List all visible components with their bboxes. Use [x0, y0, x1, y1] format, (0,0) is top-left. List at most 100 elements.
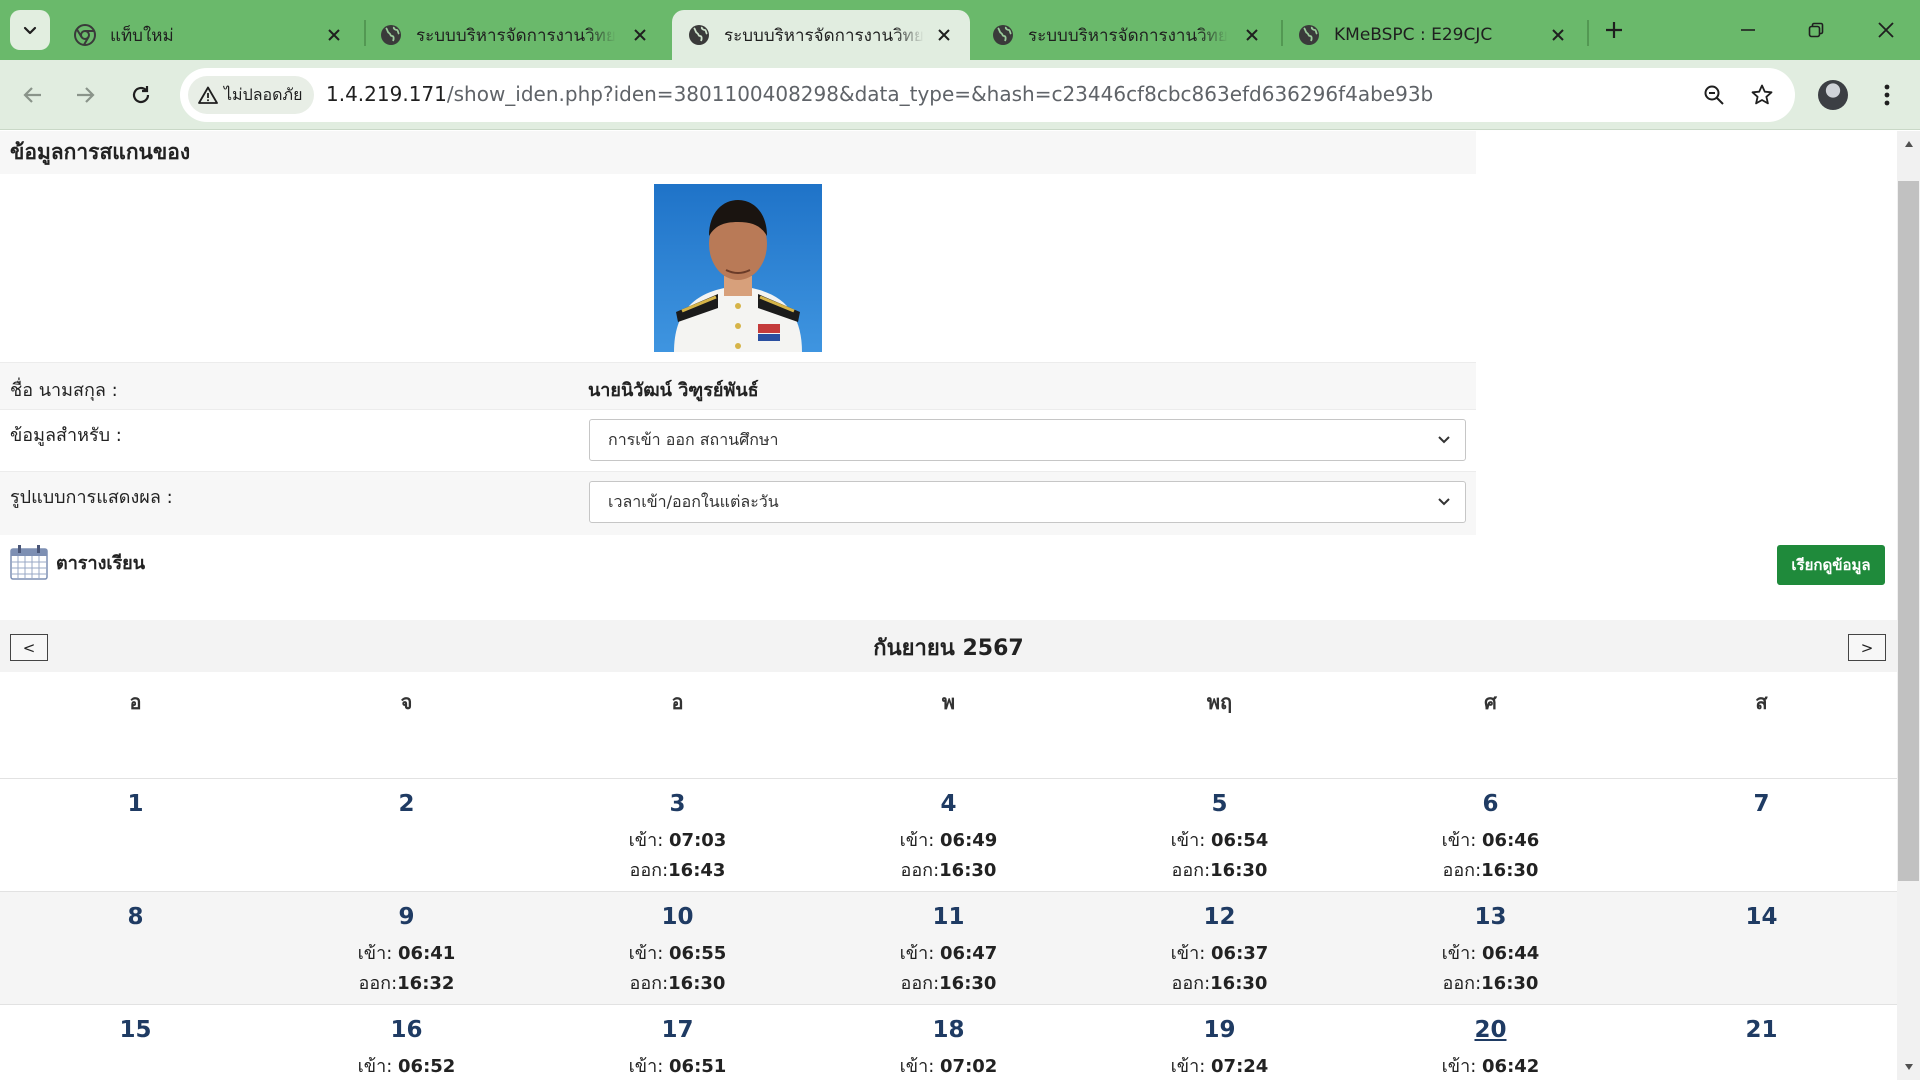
display-row: รูปแบบการแสดงผล : เวลาเข้า/ออกในแต่ละวัน [0, 471, 1476, 535]
bookmark-button[interactable] [1745, 78, 1779, 112]
check-out-time: ออก:16:30 [813, 968, 1084, 998]
calendar-day-cell[interactable]: 17 เข้า: 06:51 [542, 1005, 813, 1080]
check-in-value: 07:02 [940, 1056, 998, 1077]
tab-1[interactable]: แท็บใหม่ [58, 10, 360, 60]
reload-button[interactable] [122, 76, 160, 114]
calendar-week-row: 1 2 3 เข้า: 07:03 ออก:16:43 4 เข้า: 06:49 ออก:1… [0, 778, 1897, 891]
calendar-day-cell[interactable]: 18 เข้า: 07:02 [813, 1005, 1084, 1080]
check-out-time: ออก:16:30 [813, 855, 1084, 885]
check-in-label: เข้า: [357, 1056, 393, 1077]
check-out-value: 16:30 [1481, 973, 1539, 994]
check-in-label: เข้า: [899, 830, 935, 851]
arrow-left-icon [23, 87, 41, 103]
calendar-day-cell[interactable]: 15 [0, 1005, 271, 1080]
minimize-button[interactable] [1714, 0, 1782, 60]
minimize-icon [1741, 29, 1755, 31]
check-in-label: เข้า: [1170, 943, 1206, 964]
check-out-value: 16:30 [1481, 860, 1539, 881]
next-month-button[interactable]: > [1848, 634, 1886, 661]
calendar-day-cell[interactable]: 11 เข้า: 06:47 ออก:16:30 [813, 892, 1084, 1004]
tab-title: KMeBSPC : E29CJC [1334, 25, 1493, 45]
schedule-link[interactable]: ตารางเรียน [10, 544, 145, 580]
weekday-label: พ [941, 690, 956, 714]
close-tab-icon[interactable] [932, 23, 956, 47]
check-in-time: เข้า: 06:47 [813, 938, 1084, 968]
calendar-day-cell[interactable]: 7 [1626, 779, 1897, 891]
check-out-time: ออก:16:30 [1355, 968, 1626, 998]
zoom-button[interactable] [1697, 78, 1731, 112]
check-in-time: เข้า: 06:52 [271, 1051, 542, 1080]
browser-menu-button[interactable] [1872, 78, 1902, 112]
check-in-value: 06:55 [669, 943, 727, 964]
calendar-day-number: 11 [932, 904, 965, 930]
tab-title: ระบบบริหารจัดการงานวิทยาลัย [416, 25, 616, 46]
calendar-day-cell[interactable]: 21 [1626, 1005, 1897, 1080]
check-in-time: เข้า: 07:03 [542, 825, 813, 855]
check-out-time: ออก:16:30 [542, 968, 813, 998]
calendar-day-cell[interactable]: 6 เข้า: 06:46 ออก:16:30 [1355, 779, 1626, 891]
url-path: /show_iden.php?iden=3801100408298&data_t… [446, 82, 1434, 106]
calendar-day-cell[interactable]: 19 เข้า: 07:24 [1084, 1005, 1355, 1080]
calendar-day-cell[interactable]: 16 เข้า: 06:52 [271, 1005, 542, 1080]
calendar-day-cell[interactable]: 20 เข้า: 06:42 [1355, 1005, 1626, 1080]
calendar-day-cell[interactable]: 3 เข้า: 07:03 ออก:16:43 [542, 779, 813, 891]
scroll-up-arrow[interactable] [1898, 133, 1919, 155]
display-selected: เวลาเข้า/ออกในแต่ละวัน [608, 491, 779, 511]
calendar-day-number: 8 [127, 904, 144, 930]
check-out-value: 16:30 [939, 973, 997, 994]
close-window-button[interactable] [1852, 0, 1920, 60]
display-select[interactable]: เวลาเข้า/ออกในแต่ละวัน [589, 481, 1466, 523]
close-tab-icon[interactable] [628, 23, 652, 47]
site-info-chip[interactable]: ไม่ปลอดภัย [188, 76, 315, 114]
calendar-day-cell[interactable]: 13 เข้า: 06:44 ออก:16:30 [1355, 892, 1626, 1004]
new-tab-button[interactable] [1578, 0, 1650, 60]
security-label: ไม่ปลอดภัย [224, 84, 303, 104]
calendar-day-cell[interactable]: 2 [271, 779, 542, 891]
tab-2[interactable]: ระบบบริหารจัดการงานวิทยาลัย [364, 10, 666, 60]
scroll-down-arrow[interactable] [1898, 1056, 1919, 1078]
photo-row [0, 174, 1476, 362]
tab-strip: แท็บใหม่ ระบบบริหารจัดการงานวิทยาลัย ระบ… [0, 0, 1920, 60]
restore-button[interactable] [1782, 0, 1850, 60]
forward-button[interactable] [66, 76, 104, 114]
calendar-day-cell[interactable]: 12 เข้า: 06:37 ออก:16:30 [1084, 892, 1355, 1004]
scrollbar-thumb[interactable] [1898, 181, 1919, 881]
tab-3-active[interactable]: ระบบบริหารจัดการงานวิทยาลัย [672, 10, 970, 60]
calendar-day-cell[interactable]: 14 [1626, 892, 1897, 1004]
data-for-select[interactable]: การเข้า ออก สถานศึกษา [589, 419, 1466, 461]
check-in-label: เข้า: [1441, 1056, 1477, 1077]
weekday-label: ศ [1484, 690, 1497, 714]
name-row: ชื่อ นามสกุล : นายนิวัฒน์ วิฑูรย์พันธ์ [0, 362, 1476, 409]
weekday-label: ส [1755, 690, 1768, 714]
schedule-label: ตารางเรียน [56, 552, 146, 574]
calendar-day-cell[interactable]: 9 เข้า: 06:41 ออก:16:32 [271, 892, 542, 1004]
back-button[interactable] [14, 76, 52, 114]
calendar-day-cell[interactable]: 4 เข้า: 06:49 ออก:16:30 [813, 779, 1084, 891]
check-in-time: เข้า: 06:51 [542, 1051, 813, 1080]
calendar-day-cell[interactable]: 1 [0, 779, 271, 891]
check-in-label: เข้า: [357, 943, 393, 964]
person-info-table: ข้อมูลการสแกนของ ชื่อ นามสกุล: นายนิวัฒ… [0, 131, 1476, 535]
tab-search-button[interactable] [10, 10, 50, 50]
check-in-value: 07:24 [1211, 1056, 1269, 1077]
tab-4[interactable]: ระบบบริหารจัดการงานวิทยาลัย [976, 10, 1278, 60]
close-icon [1878, 22, 1894, 38]
weekday-label: จ [400, 690, 413, 714]
url-text[interactable]: 1.4.219.171/show_iden.php?iden=380110040… [326, 82, 1433, 106]
name-value: นายนิวัฒน์ วิฑูรย์พันธ์ [588, 380, 759, 401]
fetch-data-button[interactable]: เรียกดูข้อมูล [1777, 545, 1885, 585]
calendar-day-cell[interactable]: 5 เข้า: 06:54 ออก:16:30 [1084, 779, 1355, 891]
calendar-day-cell[interactable]: 10 เข้า: 06:55 ออก:16:30 [542, 892, 813, 1004]
calendar-day-cell[interactable]: 8 [0, 892, 271, 1004]
address-bar[interactable]: ไม่ปลอดภัย 1.4.219.171/show_iden.php?ide… [180, 68, 1795, 122]
chevron-down-icon [1438, 498, 1450, 506]
profile-avatar[interactable] [1818, 80, 1848, 110]
close-tab-icon[interactable] [1240, 23, 1264, 47]
close-tab-icon[interactable] [1546, 23, 1570, 47]
check-in-time: เข้า: 06:46 [1355, 825, 1626, 855]
more-vertical-icon [1884, 84, 1890, 106]
close-tab-icon[interactable] [322, 23, 346, 47]
tab-5[interactable]: KMeBSPC : E29CJC [1282, 10, 1584, 60]
calendar-day-number: 13 [1474, 904, 1507, 930]
triangle-up-icon [1904, 141, 1913, 147]
